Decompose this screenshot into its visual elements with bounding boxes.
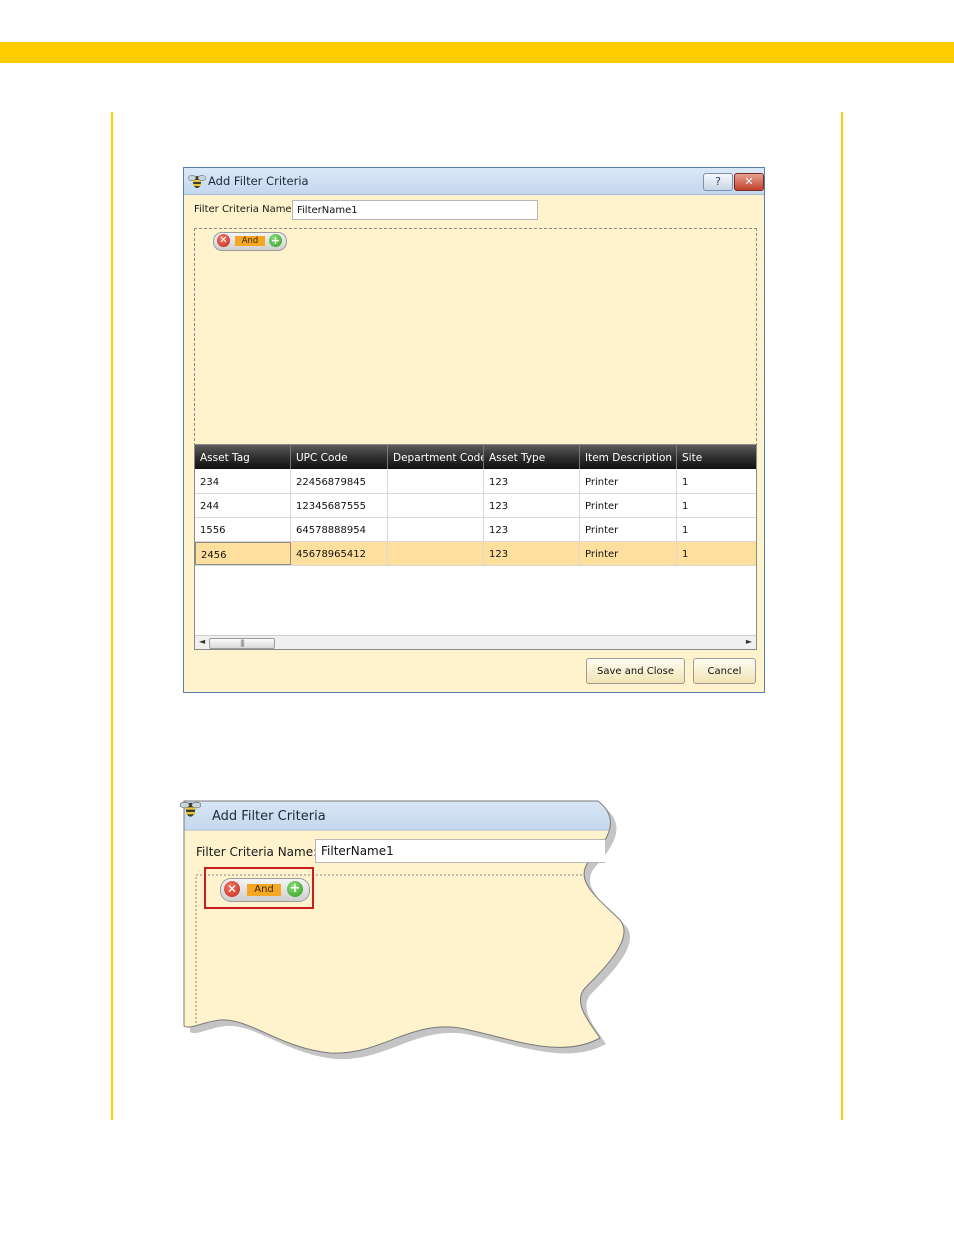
cell-site: 1	[682, 477, 689, 488]
cell-upc-code: 22456879845	[291, 470, 388, 493]
scroll-thumb[interactable]: |||	[209, 638, 275, 649]
wasp-app-icon	[180, 801, 201, 817]
torn-paper-shape	[183, 800, 631, 1060]
cell-item-description: Printer	[580, 470, 677, 493]
grid-header: Asset Tag UPC Code Department Code Asset…	[195, 445, 756, 469]
column-header-item-description[interactable]: Item Description	[580, 445, 677, 469]
wasp-app-icon	[188, 175, 206, 188]
zoom-remove-group-icon: ✕	[224, 881, 240, 897]
cell-asset-tag: 1556	[195, 518, 291, 541]
column-header-site[interactable]: Site	[677, 445, 756, 469]
yellow-header-bar	[0, 42, 954, 63]
zoom-filter-name-input: FilterName1	[315, 839, 605, 863]
cell-asset-type: 123	[484, 542, 580, 565]
cell-department-code	[388, 518, 484, 541]
column-header-asset-type[interactable]: Asset Type	[484, 445, 580, 469]
cell-asset-tag: 2456	[195, 542, 291, 565]
filter-name-input[interactable]	[292, 200, 538, 220]
cancel-button[interactable]: Cancel	[693, 658, 756, 684]
zoom-and-group-pill: ✕ And +	[220, 878, 310, 902]
column-header-asset-tag[interactable]: Asset Tag	[195, 445, 291, 469]
scroll-left-arrow-icon[interactable]: ◄	[199, 637, 205, 646]
add-condition-icon[interactable]: +	[269, 234, 282, 247]
add-filter-criteria-dialog: Add Filter Criteria ? ✕ Filter Criteria …	[183, 167, 765, 693]
zoom-add-condition-icon: +	[287, 881, 303, 897]
operator-and-toggle[interactable]: And	[235, 236, 265, 246]
table-row[interactable]: 244 12345687555 123 Printer 1	[195, 494, 756, 518]
cell-site: 1	[682, 525, 689, 536]
cell-upc-code: 12345687555	[291, 494, 388, 517]
zoom-operator-and: And	[247, 884, 281, 896]
table-row-selected[interactable]: 2456 45678965412 123 Printer 1	[195, 542, 756, 566]
cell-asset-type: 123	[484, 518, 580, 541]
save-and-close-button[interactable]: Save and Close	[586, 658, 685, 684]
and-group-pill: ✕ And +	[213, 232, 287, 251]
criteria-area: ✕ And +	[194, 228, 757, 461]
column-header-department-code[interactable]: Department Code	[388, 445, 484, 469]
help-button[interactable]: ?	[703, 173, 733, 191]
dialog-title: Add Filter Criteria	[208, 174, 309, 188]
asset-grid: Asset Tag UPC Code Department Code Asset…	[194, 444, 757, 650]
cell-asset-type: 123	[484, 494, 580, 517]
cell-department-code	[388, 542, 484, 565]
dialog-titlebar[interactable]: Add Filter Criteria ? ✕	[184, 168, 764, 195]
horizontal-scrollbar[interactable]: ◄ ||| ►	[195, 635, 756, 649]
left-margin-line	[111, 112, 113, 1120]
cell-item-description: Printer	[580, 542, 677, 565]
zoom-filter-name-label: Filter Criteria Name:	[196, 845, 318, 859]
remove-group-icon[interactable]: ✕	[217, 234, 230, 247]
cell-site: 1	[682, 501, 689, 512]
zoom-dialog-title: Add Filter Criteria	[212, 809, 326, 824]
scroll-right-arrow-icon[interactable]: ►	[746, 637, 752, 646]
filter-name-label: Filter Criteria Name:	[194, 204, 295, 215]
table-row[interactable]: 1556 64578888954 123 Printer 1	[195, 518, 756, 542]
cell-department-code	[388, 470, 484, 493]
cell-asset-tag: 244	[195, 494, 291, 517]
cell-upc-code: 64578888954	[291, 518, 388, 541]
table-row[interactable]: 234 22456879845 123 Printer 1	[195, 470, 756, 494]
cell-asset-type: 123	[484, 470, 580, 493]
cell-item-description: Printer	[580, 518, 677, 541]
cell-asset-tag: 234	[195, 470, 291, 493]
cell-upc-code: 45678965412	[291, 542, 388, 565]
close-button[interactable]: ✕	[734, 173, 764, 191]
zoomed-detail-callout: Add Filter Criteria Filter Criteria Name…	[180, 798, 640, 1062]
right-margin-line	[841, 112, 843, 1120]
cell-site: 1	[682, 549, 689, 560]
column-header-upc-code[interactable]: UPC Code	[291, 445, 388, 469]
cell-item-description: Printer	[580, 494, 677, 517]
cell-department-code	[388, 494, 484, 517]
